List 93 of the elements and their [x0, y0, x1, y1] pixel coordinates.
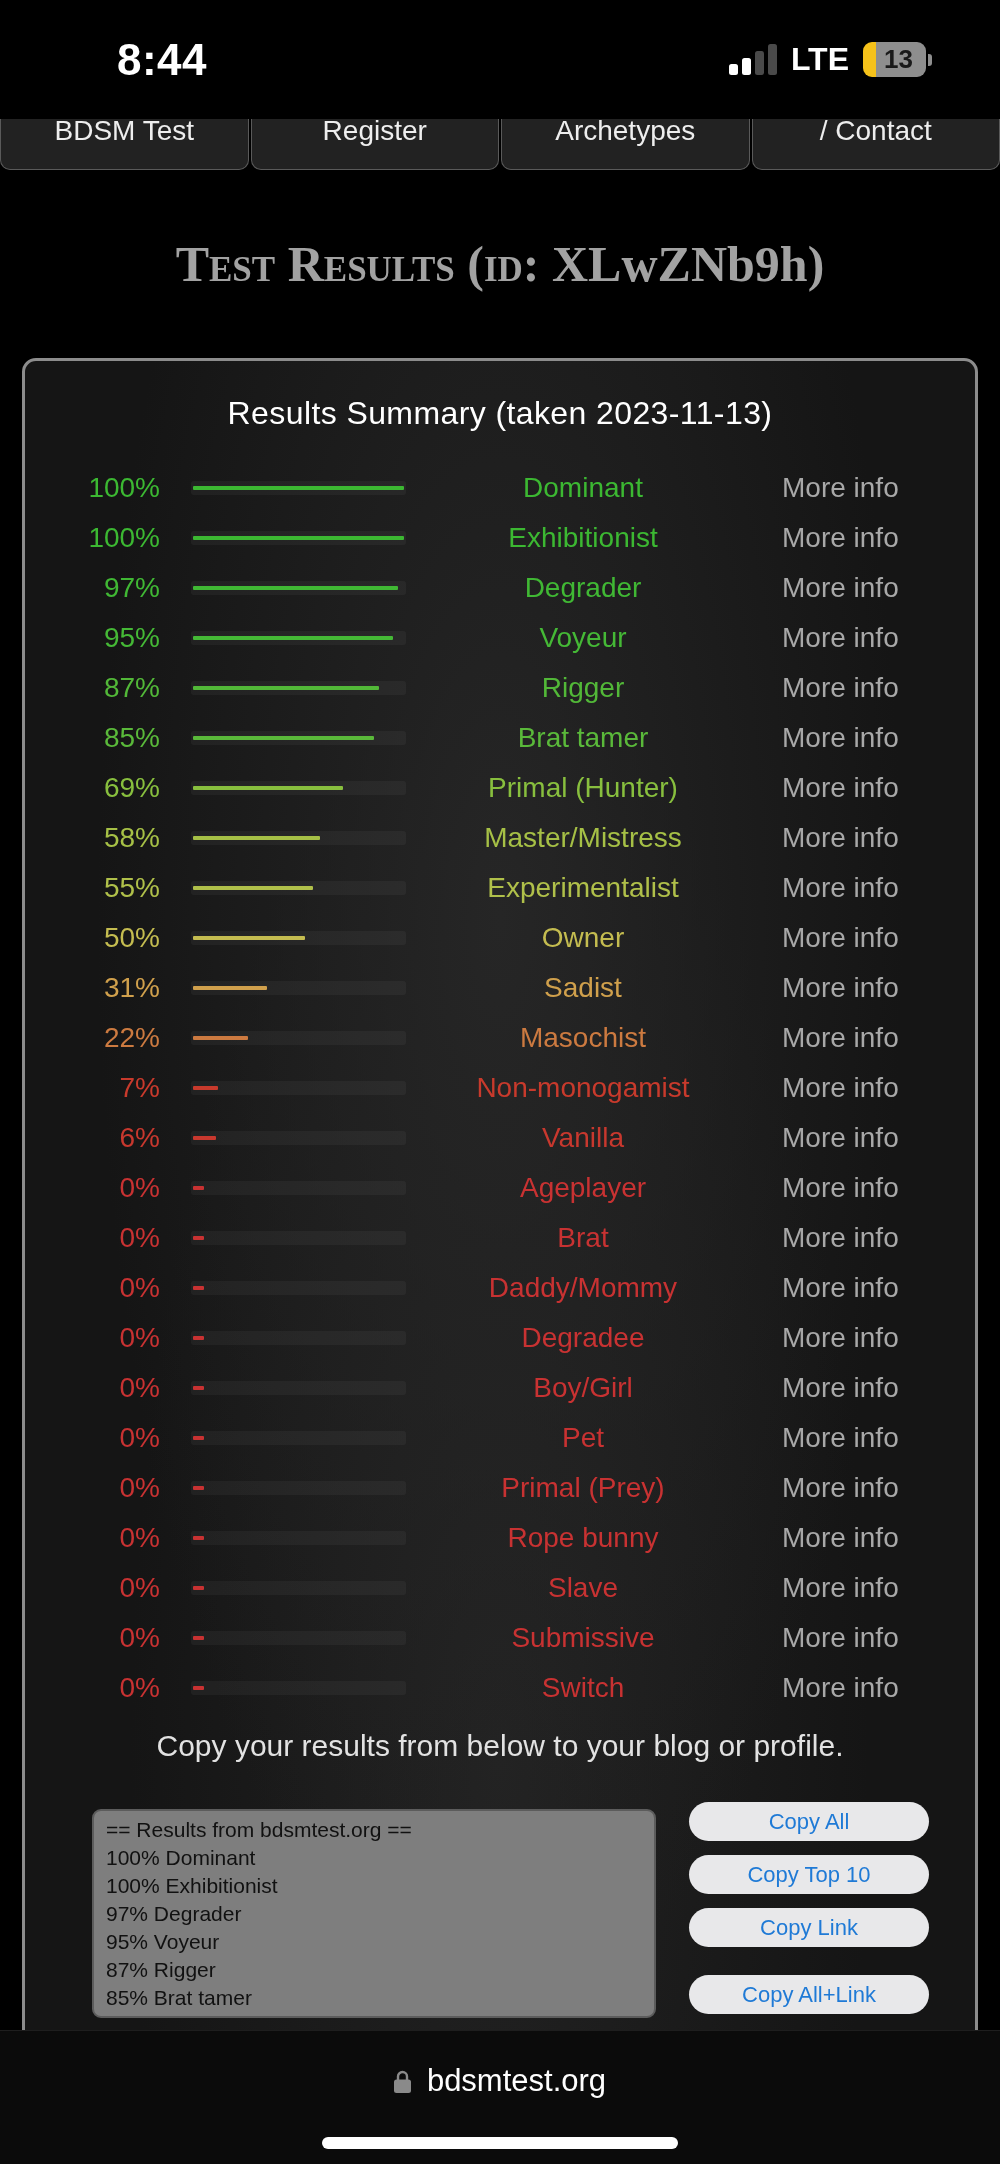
copy-instructions: Copy your results from below to your blog or profile.: [156, 1728, 844, 1764]
lock-icon: [393, 2069, 411, 2093]
score-percent: 100%: [88, 522, 160, 554]
archetype-name: Daddy/Mommy: [488, 1272, 678, 1304]
archetype-name: Owner: [541, 922, 625, 954]
score-percent: 69%: [103, 772, 160, 804]
more-info-link[interactable]: More info: [782, 522, 899, 554]
score-percent: 0%: [119, 1572, 160, 1604]
score-percent: 22%: [103, 1022, 160, 1054]
more-info-link[interactable]: More info: [782, 1322, 899, 1354]
archetype-name: Slave: [547, 1572, 618, 1604]
more-info-link[interactable]: More info: [782, 1572, 899, 1604]
more-info-link[interactable]: More info: [782, 622, 899, 654]
score-percent: 0%: [119, 1472, 160, 1504]
archetype-name: Boy/Girl: [533, 1372, 633, 1404]
score-percent: 0%: [119, 1322, 160, 1354]
score-percent: 97%: [103, 572, 160, 604]
more-info-link[interactable]: More info: [782, 672, 899, 704]
archetype-name: Brat tamer: [517, 722, 649, 754]
score-percent: 7%: [119, 1072, 160, 1104]
score-percent: 55%: [103, 872, 160, 904]
archetype-name: Voyeur: [539, 622, 627, 654]
results-text-field[interactable]: == Results from bdsmtest.org == 100% Dominant 100% Exhibitionist 97% Degrader 95% Voyeur 87% Rigger 85% Brat tamer: [92, 1809, 656, 2018]
score-percent: 85%: [103, 722, 160, 754]
nav-tab[interactable]: BDSM Test: [0, 119, 249, 170]
score-percent: 87%: [103, 672, 160, 704]
more-info-link[interactable]: More info: [782, 822, 899, 854]
more-info-link[interactable]: More info: [782, 1372, 899, 1404]
archetype-name: Submissive: [511, 1622, 655, 1654]
network-label: LTE: [790, 41, 849, 78]
archetype-name: Rigger: [541, 672, 625, 704]
copy-button[interactable]: Copy Link: [689, 1908, 929, 1947]
more-info-link[interactable]: More info: [782, 722, 899, 754]
archetype-name: Non-monogamist: [476, 1072, 690, 1104]
score-percent: 95%: [103, 622, 160, 654]
score-percent: 58%: [103, 822, 160, 854]
more-info-link[interactable]: More info: [782, 1422, 899, 1454]
score-percent: 0%: [119, 1222, 160, 1254]
signal-icon: [728, 44, 777, 75]
more-info-link[interactable]: More info: [782, 1172, 899, 1204]
address-bar-url[interactable]: bdsmtest.org: [426, 2063, 607, 2099]
page-title: Test Results (id: XLwZNb9h): [175, 235, 825, 294]
score-percent: 0%: [119, 1522, 160, 1554]
more-info-link[interactable]: More info: [782, 1522, 899, 1554]
more-info-link[interactable]: More info: [782, 872, 899, 904]
archetype-name: Masochist: [519, 1022, 646, 1054]
more-info-link[interactable]: More info: [782, 572, 899, 604]
more-info-link[interactable]: More info: [782, 772, 899, 804]
more-info-link[interactable]: More info: [782, 972, 899, 1004]
score-percent: 0%: [119, 1622, 160, 1654]
archetype-name: Exhibitionist: [508, 522, 658, 554]
score-percent: 0%: [119, 1672, 160, 1704]
nav-tab[interactable]: / Contact: [751, 119, 1000, 170]
score-percent: 31%: [103, 972, 160, 1004]
archetype-name: Rope bunny: [507, 1522, 659, 1554]
more-info-link[interactable]: More info: [782, 1072, 899, 1104]
more-info-link[interactable]: More info: [782, 472, 899, 504]
score-percent: 0%: [119, 1272, 160, 1304]
battery-indicator: 13: [863, 42, 932, 77]
score-percent: 100%: [88, 472, 160, 504]
more-info-link[interactable]: More info: [782, 1272, 899, 1304]
archetype-name: Primal (Hunter): [488, 772, 678, 804]
score-percent: 50%: [103, 922, 160, 954]
summary-heading: Results Summary (taken 2023-11-13): [227, 394, 773, 433]
archetype-name: Dominant: [523, 472, 643, 504]
more-info-link[interactable]: More info: [782, 1222, 899, 1254]
more-info-link[interactable]: More info: [782, 1622, 899, 1654]
archetype-name: Vanilla: [542, 1122, 624, 1154]
score-percent: 6%: [119, 1122, 160, 1154]
archetype-name: Pet: [562, 1422, 604, 1454]
archetype-name: Degradee: [521, 1322, 645, 1354]
more-info-link[interactable]: More info: [782, 1022, 899, 1054]
more-info-link[interactable]: More info: [782, 1672, 899, 1704]
nav-tab[interactable]: Register: [250, 119, 499, 170]
score-percent: 0%: [119, 1372, 160, 1404]
archetype-name: Sadist: [544, 972, 622, 1004]
copy-button[interactable]: Copy All+Link: [689, 1975, 929, 2014]
archetype-name: Brat: [557, 1222, 609, 1254]
archetype-name: Ageplayer: [519, 1172, 647, 1204]
status-time: 8:44: [117, 34, 208, 85]
archetype-name: Experimentalist: [487, 872, 679, 904]
score-percent: 0%: [119, 1422, 160, 1454]
more-info-link[interactable]: More info: [782, 1472, 899, 1504]
archetype-name: Master/Mistress: [484, 822, 682, 854]
nav-tab[interactable]: Archetypes: [501, 119, 750, 170]
score-percent: 0%: [119, 1172, 160, 1204]
archetype-name: Switch: [541, 1672, 625, 1704]
archetype-name: Degrader: [524, 572, 642, 604]
more-info-link[interactable]: More info: [782, 922, 899, 954]
archetype-name: Primal (Prey): [501, 1472, 665, 1504]
more-info-link[interactable]: More info: [782, 1122, 899, 1154]
copy-button[interactable]: Copy All: [689, 1802, 929, 1841]
copy-button[interactable]: Copy Top 10: [689, 1855, 929, 1894]
